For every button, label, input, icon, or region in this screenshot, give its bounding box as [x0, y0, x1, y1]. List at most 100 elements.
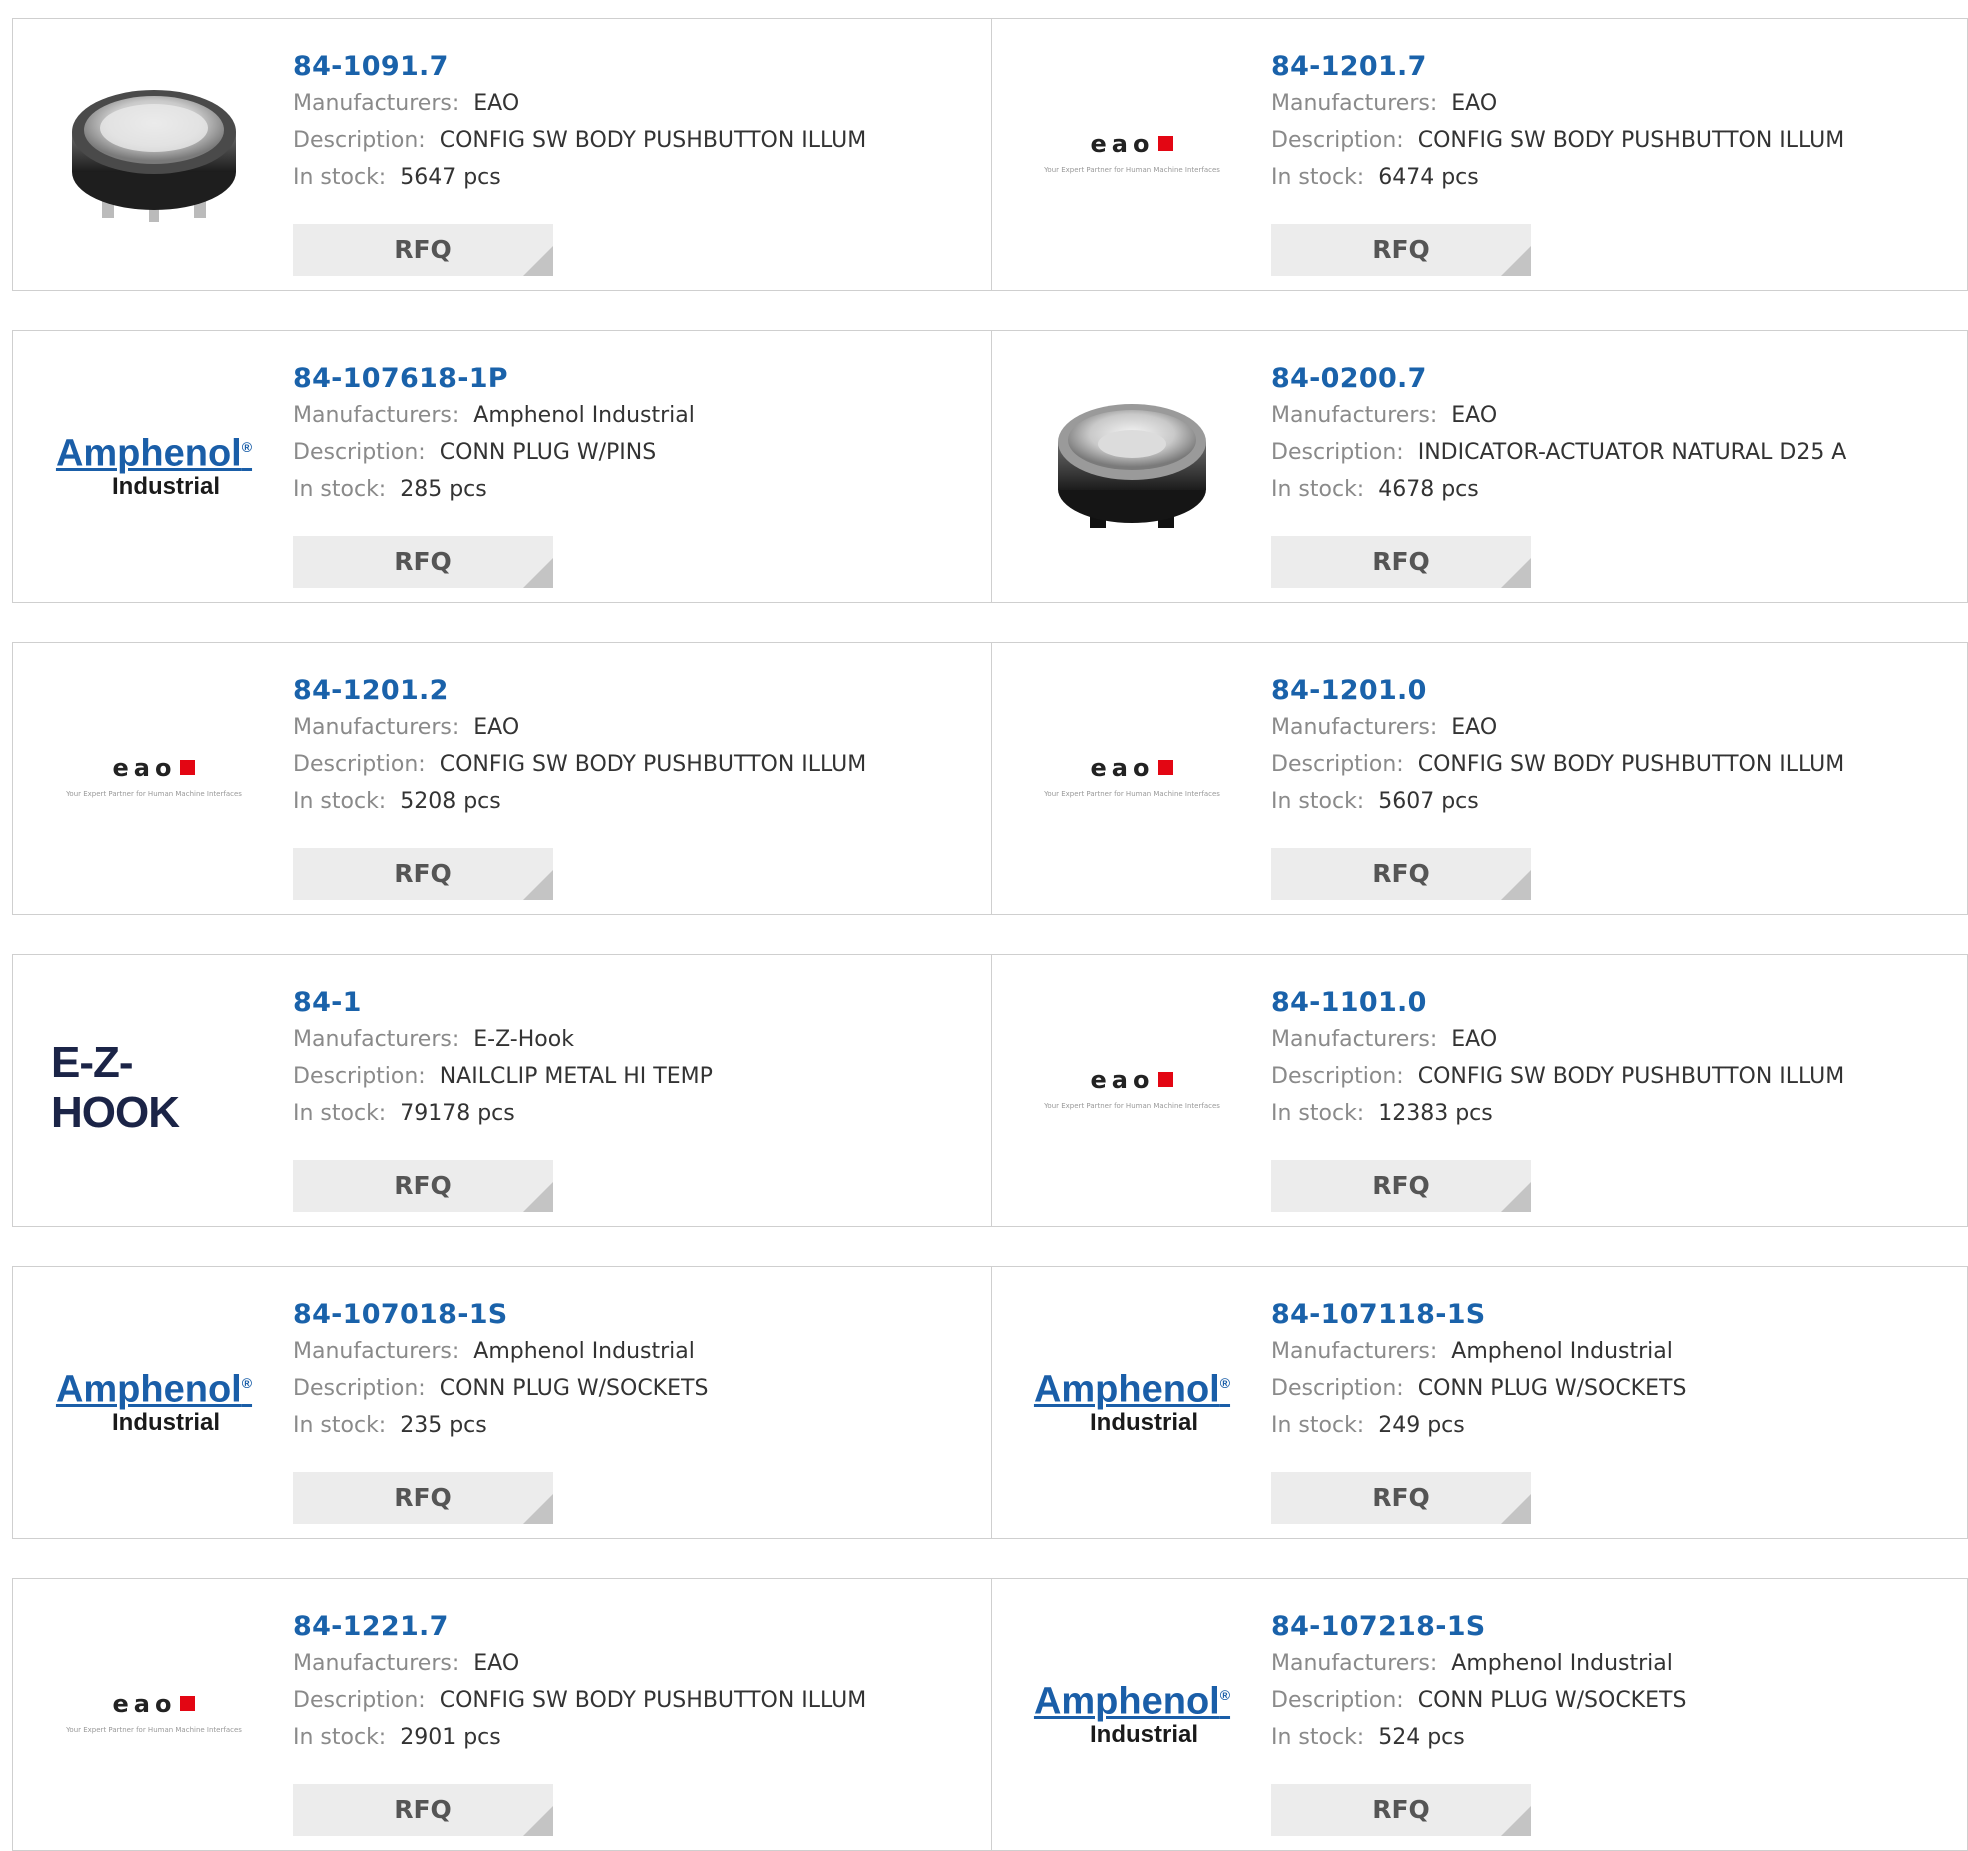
manufacturer-label: Manufacturers:	[1271, 403, 1438, 428]
description-row: Description: CONFIG SW BODY PUSHBUTTON IL…	[1271, 1058, 1844, 1095]
product-image[interactable]: eao Your Expert Partner for Human Machine…	[51, 1627, 257, 1797]
description-label: Description:	[1271, 752, 1404, 777]
manufacturer-value: EAO	[473, 1651, 520, 1676]
registered-mark: ®	[1219, 1374, 1231, 1391]
eao-logo-tagline: Your Expert Partner for Human Machine In…	[66, 1726, 242, 1734]
product-card: E-Z-HOOK 84-1 Manufacturers: E-Z-Hook Descri…	[13, 955, 992, 1226]
product-image[interactable]: eao Your Expert Partner for Human Machine…	[1029, 1003, 1235, 1173]
rfq-button[interactable]: RFQ	[1271, 848, 1531, 900]
product-card: Amphenol® Industrial 84-107118-1S Manufactu…	[991, 1267, 1967, 1538]
stock-label: In stock:	[293, 1101, 387, 1126]
description-row: Description: CONN PLUG W/SOCKETS	[1271, 1370, 1686, 1407]
part-number-link[interactable]: 84-107018-1S	[293, 1297, 708, 1333]
rfq-label: RFQ	[394, 1171, 452, 1200]
description-value: CONN PLUG W/SOCKETS	[1417, 1376, 1687, 1401]
product-image[interactable]: E-Z-HOOK	[51, 1003, 257, 1173]
description-label: Description:	[293, 440, 426, 465]
manufacturer-value: EAO	[473, 91, 520, 116]
amphenol-logo: Amphenol® Industrial	[1034, 1675, 1230, 1750]
stock-value: 5607 pcs	[1378, 789, 1479, 814]
part-number-link[interactable]: 84-1201.7	[1271, 49, 1844, 85]
description-row: Description: CONFIG SW BODY PUSHBUTTON IL…	[293, 746, 866, 783]
part-number-link[interactable]: 84-1221.7	[293, 1609, 866, 1645]
description-row: Description: CONFIG SW BODY PUSHBUTTON IL…	[293, 1682, 866, 1719]
description-label: Description:	[1271, 440, 1404, 465]
description-value: CONN PLUG W/SOCKETS	[1417, 1688, 1687, 1713]
stock-value: 249 pcs	[1378, 1413, 1465, 1438]
product-image[interactable]	[1029, 379, 1235, 549]
manufacturer-label: Manufacturers:	[1271, 715, 1438, 740]
rfq-button[interactable]: RFQ	[293, 1160, 553, 1212]
part-number-link[interactable]: 84-1201.2	[293, 673, 866, 709]
rfq-button[interactable]: RFQ	[293, 848, 553, 900]
description-label: Description:	[1271, 1688, 1404, 1713]
product-info: 84-107018-1S Manufacturers: Amphenol Indus…	[293, 1297, 708, 1444]
manufacturer-value: EAO	[1451, 91, 1498, 116]
stock-row: In stock: 12383 pcs	[1271, 1095, 1844, 1132]
manufacturer-label: Manufacturers:	[293, 91, 460, 116]
rfq-button[interactable]: RFQ	[293, 536, 553, 588]
part-number-link[interactable]: 84-107218-1S	[1271, 1609, 1686, 1645]
rfq-button[interactable]: RFQ	[293, 1472, 553, 1524]
amphenol-logo-sub: Industrial	[111, 473, 220, 501]
manufacturer-row: Manufacturers: Amphenol Industrial	[293, 1333, 708, 1370]
amphenol-logo: Amphenol® Industrial	[56, 427, 252, 502]
manufacturer-label: Manufacturers:	[1271, 91, 1438, 116]
part-number-link[interactable]: 84-1201.0	[1271, 673, 1844, 709]
product-info: 84-0200.7 Manufacturers: EAO Description: IN…	[1271, 361, 1846, 508]
rfq-button[interactable]: RFQ	[293, 224, 553, 276]
part-number-link[interactable]: 84-1	[293, 985, 713, 1021]
stock-row: In stock: 5647 pcs	[293, 159, 866, 196]
rfq-button[interactable]: RFQ	[293, 1784, 553, 1836]
corner-triangle-icon	[523, 1182, 553, 1212]
rfq-label: RFQ	[394, 1795, 452, 1824]
manufacturer-value: Amphenol Industrial	[1451, 1651, 1673, 1676]
rfq-button[interactable]: RFQ	[1271, 1472, 1531, 1524]
eao-logo: eao Your Expert Partner for Human Machine…	[66, 754, 242, 798]
product-image[interactable]: Amphenol® Industrial	[51, 1315, 257, 1485]
manufacturer-row: Manufacturers: EAO	[1271, 1021, 1844, 1058]
manufacturer-row: Manufacturers: Amphenol Industrial	[293, 397, 695, 434]
eao-logo-word: eao	[1090, 130, 1155, 158]
product-image[interactable]: eao Your Expert Partner for Human Machine…	[1029, 67, 1235, 237]
product-image[interactable]: Amphenol® Industrial	[51, 379, 257, 549]
rfq-button[interactable]: RFQ	[1271, 1784, 1531, 1836]
rfq-label: RFQ	[1372, 1483, 1430, 1512]
product-image[interactable]: eao Your Expert Partner for Human Machine…	[51, 691, 257, 861]
description-value: INDICATOR-ACTUATOR NATURAL D25 A	[1417, 440, 1847, 465]
stock-label: In stock:	[293, 165, 387, 190]
stock-label: In stock:	[1271, 1101, 1365, 1126]
rfq-button[interactable]: RFQ	[1271, 224, 1531, 276]
rfq-label: RFQ	[394, 859, 452, 888]
description-label: Description:	[293, 1688, 426, 1713]
stock-value: 5208 pcs	[400, 789, 501, 814]
product-info: 84-107218-1S Manufacturers: Amphenol Indus…	[1271, 1609, 1686, 1756]
rfq-label: RFQ	[394, 1483, 452, 1512]
part-number-link[interactable]: 84-1101.0	[1271, 985, 1844, 1021]
part-number-link[interactable]: 84-0200.7	[1271, 361, 1846, 397]
description-row: Description: NAILCLIP METAL HI TEMP	[293, 1058, 713, 1095]
amphenol-logo-word: Amphenol	[1033, 1368, 1220, 1411]
product-image[interactable]: Amphenol® Industrial	[1029, 1627, 1235, 1797]
manufacturer-label: Manufacturers:	[1271, 1651, 1438, 1676]
part-number-link[interactable]: 84-107618-1P	[293, 361, 695, 397]
description-label: Description:	[293, 1376, 426, 1401]
product-image[interactable]	[51, 67, 257, 237]
stock-value: 6474 pcs	[1378, 165, 1479, 190]
product-image[interactable]: Amphenol® Industrial	[1029, 1315, 1235, 1485]
rfq-button[interactable]: RFQ	[1271, 536, 1531, 588]
stock-label: In stock:	[293, 1413, 387, 1438]
product-info: 84-1 Manufacturers: E-Z-Hook Description: NA…	[293, 985, 713, 1132]
product-image[interactable]: eao Your Expert Partner for Human Machine…	[1029, 691, 1235, 861]
part-number-link[interactable]: 84-107118-1S	[1271, 1297, 1686, 1333]
stock-row: In stock: 79178 pcs	[293, 1095, 713, 1132]
corner-triangle-icon	[523, 870, 553, 900]
description-row: Description: CONN PLUG W/SOCKETS	[1271, 1682, 1686, 1719]
manufacturer-row: Manufacturers: EAO	[1271, 397, 1846, 434]
part-number-link[interactable]: 84-1091.7	[293, 49, 866, 85]
description-row: Description: CONFIG SW BODY PUSHBUTTON IL…	[1271, 122, 1844, 159]
corner-triangle-icon	[1501, 558, 1531, 588]
product-card: 84-0200.7 Manufacturers: EAO Description: IN…	[991, 331, 1967, 602]
eao-logo-word: eao	[112, 1690, 177, 1718]
rfq-button[interactable]: RFQ	[1271, 1160, 1531, 1212]
